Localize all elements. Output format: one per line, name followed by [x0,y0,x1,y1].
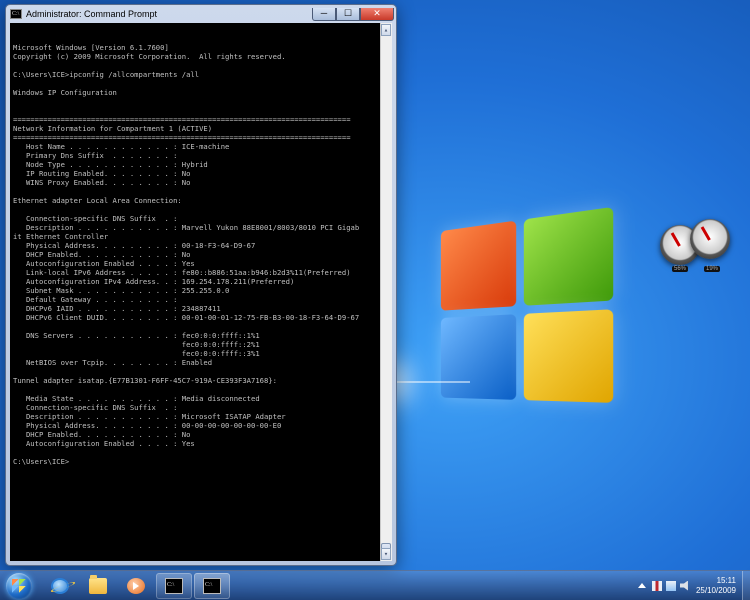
windows-logo-icon [441,207,613,403]
memory-readout: 19% [704,266,720,272]
start-orb-icon [6,573,32,599]
network-icon[interactable] [666,581,676,591]
scroll-down-button[interactable]: ▾ [381,548,391,560]
cmd-icon [165,578,183,594]
taskbar-item-media-player[interactable] [118,573,154,599]
media-player-icon [127,578,145,594]
terminal-text: Microsoft Windows [Version 6.1.7600] Cop… [13,43,389,466]
start-button[interactable] [0,571,38,600]
taskbar-clock[interactable]: 15:11 25/10/2009 [696,576,738,596]
clock-time: 15:11 [696,576,736,586]
tray-overflow-button[interactable] [638,583,646,588]
titlebar[interactable]: Administrator: Command Prompt ─ ☐ ✕ [6,5,396,23]
volume-icon[interactable] [680,581,690,591]
taskbar-item-cmd-1[interactable] [156,573,192,599]
window-title: Administrator: Command Prompt [26,9,312,19]
scrollbar-track[interactable]: ▴ ▾ [380,23,392,561]
memory-gauge-icon [690,219,730,259]
command-prompt-window: Administrator: Command Prompt ─ ☐ ✕ Micr… [5,4,397,566]
show-desktop-button[interactable] [742,571,750,600]
cmd-icon [203,578,221,594]
taskbar-item-file-explorer[interactable] [80,573,116,599]
cmd-icon [10,9,22,19]
system-tray: 15:11 25/10/2009 [630,571,742,600]
taskbar: 15:11 25/10/2009 [0,570,750,600]
action-center-icon[interactable] [652,581,662,591]
terminal-output[interactable]: Microsoft Windows [Version 6.1.7600] Cop… [10,23,392,561]
cpu-readout: 56% [672,266,688,272]
folder-icon [89,578,107,594]
internet-explorer-icon [51,578,69,594]
close-button[interactable]: ✕ [360,8,394,21]
cpu-meter-gadget[interactable]: 56% 19% [660,225,730,270]
maximize-button[interactable]: ☐ [336,8,360,21]
taskbar-item-internet-explorer[interactable] [42,573,78,599]
taskbar-item-cmd-2[interactable] [194,573,230,599]
minimize-button[interactable]: ─ [312,8,336,21]
scroll-up-button[interactable]: ▴ [381,24,391,36]
clock-date: 25/10/2009 [696,586,736,596]
taskbar-items [38,571,234,600]
